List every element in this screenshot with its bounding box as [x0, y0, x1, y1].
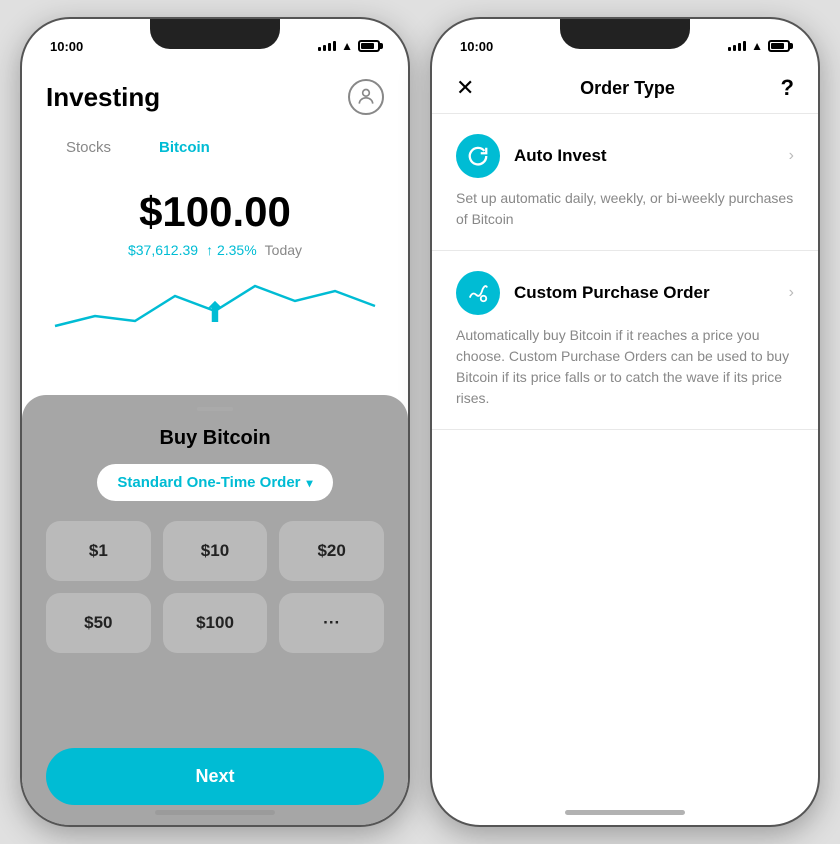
amount-more[interactable]: ···: [279, 593, 384, 653]
auto-invest-name: Auto Invest: [514, 146, 607, 166]
modal-handle: [197, 407, 233, 411]
right-phone-content: ✕ Order Type ? Auto Invest: [432, 63, 818, 430]
right-time: 10:00: [460, 39, 493, 54]
left-status-icons: ▲: [318, 39, 380, 53]
right-status-bar: 10:00 ▲: [432, 19, 818, 63]
custom-order-option[interactable]: Custom Purchase Order › Automatically bu…: [432, 251, 818, 430]
close-button[interactable]: ✕: [456, 77, 474, 99]
investing-header: Investing: [22, 63, 408, 123]
main-price: $100.00: [46, 188, 384, 236]
signal-icon: [318, 41, 336, 51]
next-button[interactable]: Next: [46, 748, 384, 805]
chevron-down-icon: ▾: [307, 476, 313, 490]
auto-invest-desc: Set up automatic daily, weekly, or bi-we…: [456, 188, 794, 230]
wifi-icon: ▲: [341, 39, 353, 53]
order-type-header: ✕ Order Type ?: [432, 63, 818, 114]
help-button[interactable]: ?: [781, 75, 794, 101]
right-wifi-icon: ▲: [751, 39, 763, 53]
custom-order-icon: [456, 271, 500, 315]
custom-order-name: Custom Purchase Order: [514, 283, 710, 303]
order-type-title: Order Type: [580, 78, 675, 99]
amount-50[interactable]: $50: [46, 593, 151, 653]
auto-invest-icon: [456, 134, 500, 178]
buy-modal: Buy Bitcoin Standard One-Time Order ▾ $1…: [22, 395, 408, 825]
amount-grid: $1 $10 $20 $50 $100 ···: [46, 521, 384, 653]
price-change: ↑ 2.35%: [206, 242, 257, 258]
battery-icon: [358, 40, 380, 52]
left-phone: 10:00 ▲ Investing: [20, 17, 410, 827]
custom-order-row: Custom Purchase Order ›: [456, 271, 794, 315]
left-time: 10:00: [50, 39, 83, 54]
left-status-bar: 10:00 ▲: [22, 19, 408, 63]
tabs-row: Stocks Bitcoin: [22, 123, 408, 172]
avatar-icon[interactable]: [348, 79, 384, 115]
auto-invest-option[interactable]: Auto Invest › Set up automatic daily, we…: [432, 114, 818, 251]
amount-100[interactable]: $100: [163, 593, 268, 653]
right-home-indicator: [565, 810, 685, 815]
page-title: Investing: [46, 82, 160, 113]
chart: ⬆: [46, 266, 384, 346]
price-section: $100.00 $37,612.39 ↑ 2.35% Today: [22, 172, 408, 266]
auto-invest-row: Auto Invest ›: [456, 134, 794, 178]
tab-stocks[interactable]: Stocks: [46, 131, 131, 164]
tab-bitcoin[interactable]: Bitcoin: [139, 131, 230, 164]
amount-1[interactable]: $1: [46, 521, 151, 581]
order-type-selector[interactable]: Standard One-Time Order ▾: [97, 464, 332, 501]
auto-invest-chevron: ›: [789, 147, 794, 165]
btc-price: $37,612.39: [128, 242, 198, 258]
left-phone-content: Investing Stocks Bitcoin $100.00 $37,612…: [22, 63, 408, 346]
amount-10[interactable]: $10: [163, 521, 268, 581]
price-today: Today: [265, 242, 302, 258]
right-battery-icon: [768, 40, 790, 52]
custom-order-left: Custom Purchase Order: [456, 271, 710, 315]
price-subrow: $37,612.39 ↑ 2.35% Today: [46, 242, 384, 258]
order-type-label: Standard One-Time Order: [117, 474, 300, 491]
custom-order-desc: Automatically buy Bitcoin if it reaches …: [456, 325, 794, 409]
right-phone: 10:00 ▲ ✕ Order Type ?: [430, 17, 820, 827]
right-signal-icon: [728, 41, 746, 51]
custom-order-chevron: ›: [789, 284, 794, 302]
modal-title: Buy Bitcoin: [159, 427, 270, 450]
auto-invest-left: Auto Invest: [456, 134, 607, 178]
amount-20[interactable]: $20: [279, 521, 384, 581]
right-status-icons: ▲: [728, 39, 790, 53]
